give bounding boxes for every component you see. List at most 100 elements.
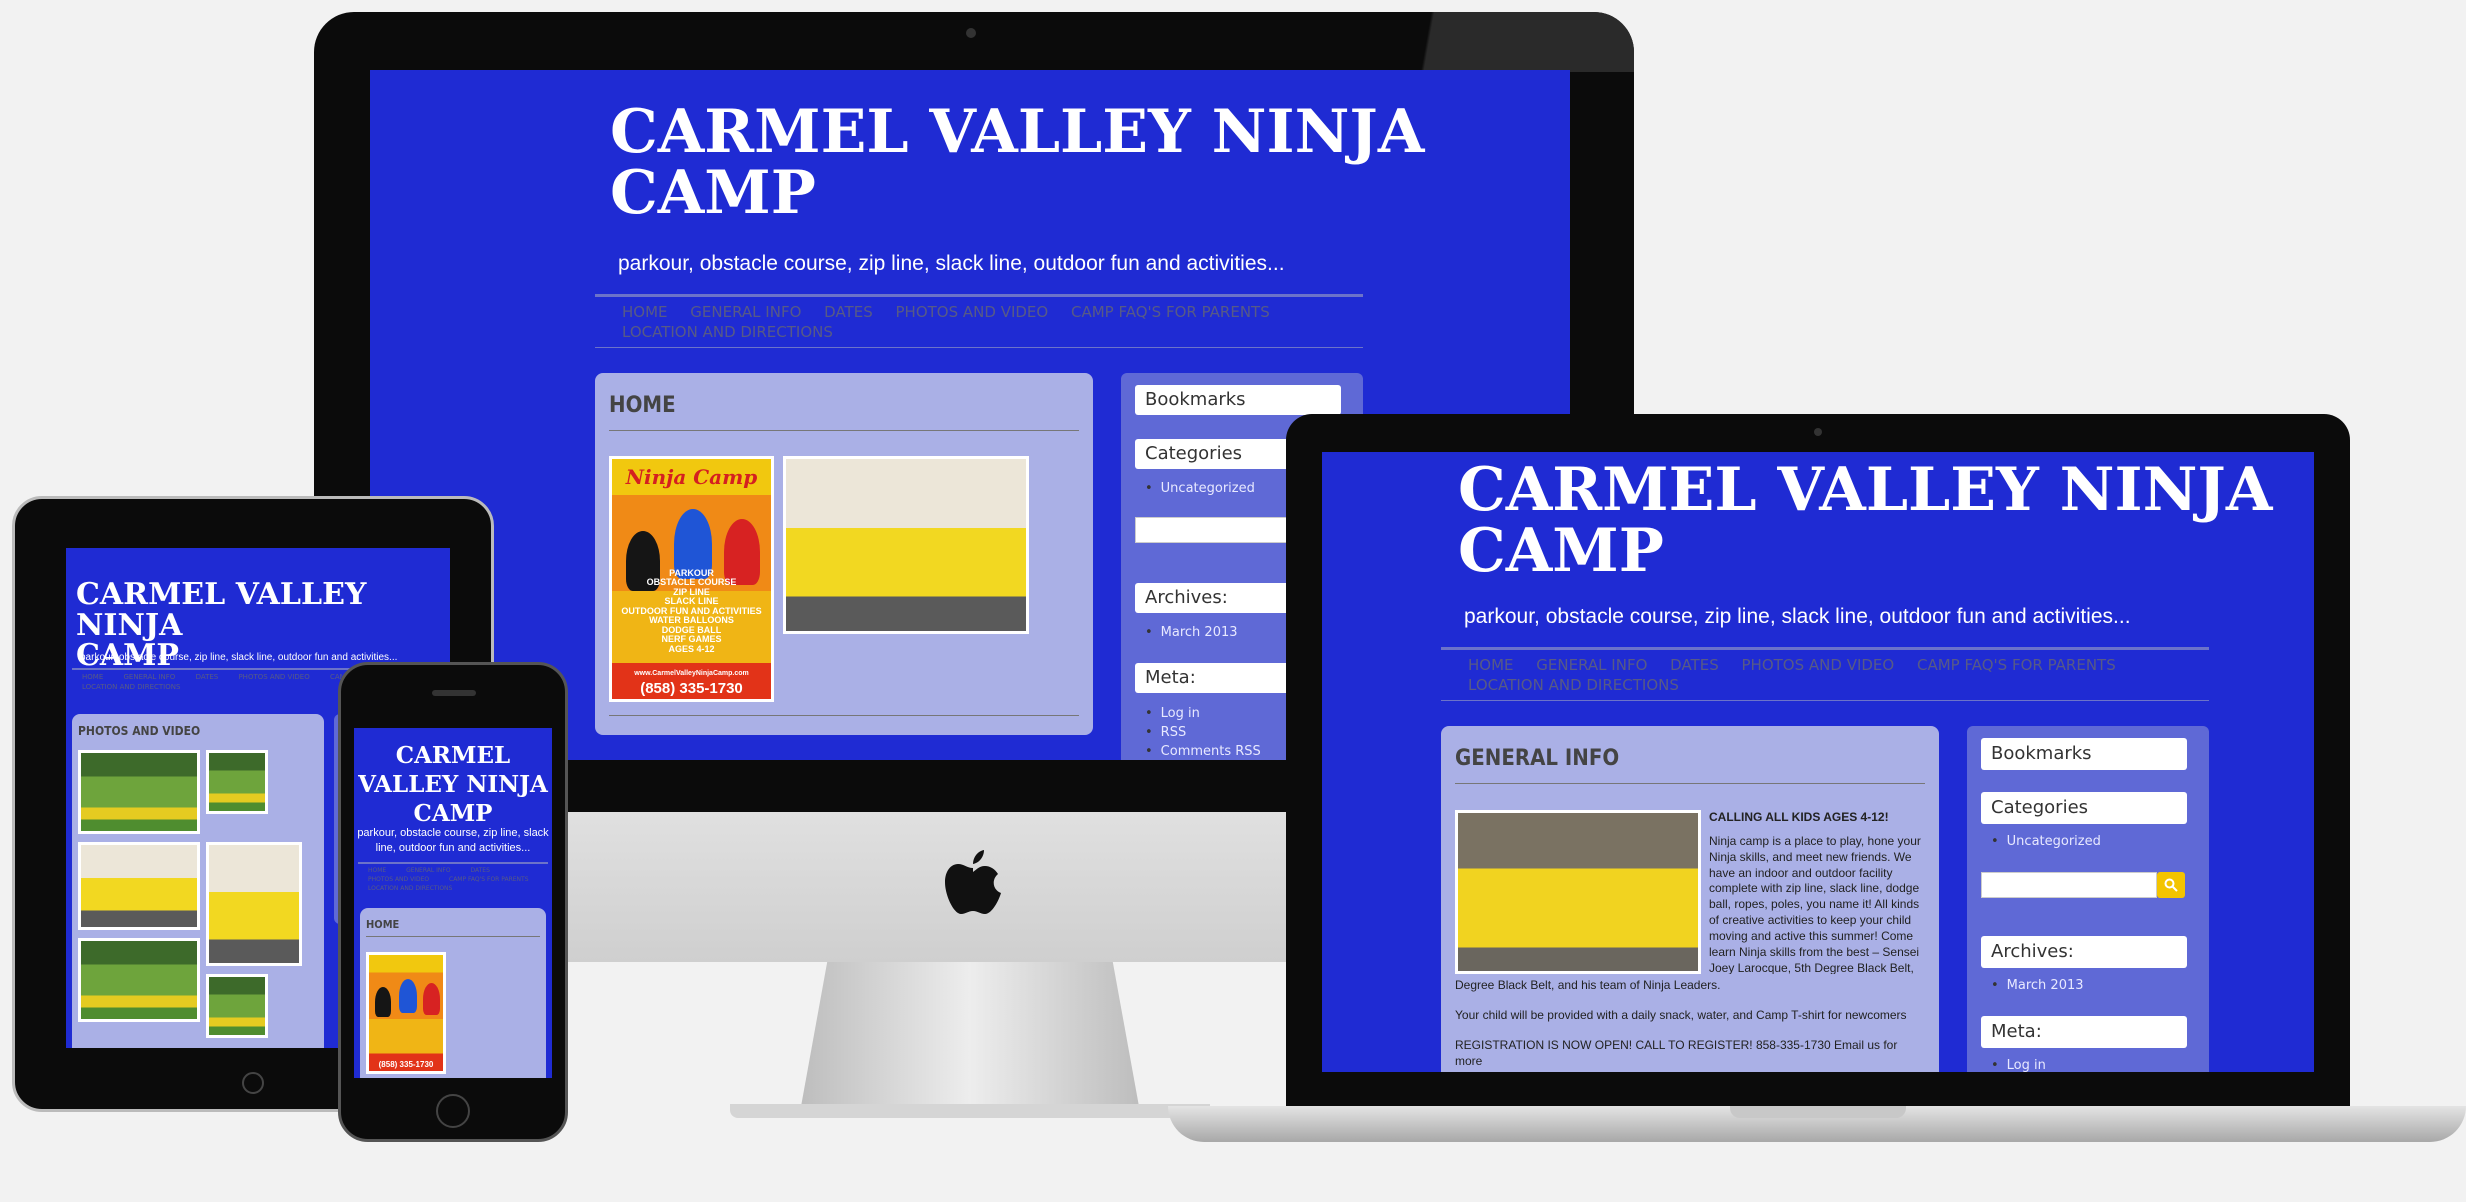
laptop-tagline: parkour, obstacle course, zip line, slac… <box>1464 605 2131 628</box>
phone-ninja-red-icon <box>423 983 440 1015</box>
tablet-nav-location[interactable]: LOCATION AND DIRECTIONS <box>82 683 180 691</box>
laptop-widget-categories: Categories <box>1981 792 2187 824</box>
tablet-photo-5[interactable] <box>78 938 200 1022</box>
poster-phone: (858) 335-1730 <box>640 680 743 697</box>
tablet-photo-2[interactable] <box>206 750 268 814</box>
site-tagline: parkour, obstacle course, zip line, slac… <box>618 252 1285 275</box>
tablet-page-title: PHOTOS AND VIDEO <box>78 724 201 738</box>
phone-nav-general-info[interactable]: GENERAL INFO <box>406 867 450 874</box>
tablet-nav-photos-video[interactable]: PHOTOS AND VIDEO <box>238 673 309 681</box>
laptop-link-march-2013[interactable]: March 2013 <box>1991 978 2084 993</box>
nav-home[interactable]: HOME <box>622 303 668 321</box>
phone-nav-home[interactable]: HOME <box>368 867 386 874</box>
tablet-photo-3[interactable] <box>78 842 200 930</box>
poster-title: Ninja Camp <box>625 465 758 489</box>
laptop-nav-dates[interactable]: DATES <box>1670 656 1719 674</box>
laptop-search-button[interactable] <box>2157 872 2185 898</box>
article-p1: Ninja camp is a place to play, hone your… <box>1709 834 1921 974</box>
page-title: HOME <box>609 393 676 418</box>
laptop-link-log-in[interactable]: Log in <box>1991 1058 2046 1072</box>
nav-location[interactable]: LOCATION AND DIRECTIONS <box>622 323 833 341</box>
nav-bottom-rule <box>595 347 1363 348</box>
nav-photos-video[interactable]: PHOTOS AND VIDEO <box>896 303 1049 321</box>
laptop-nav-bottom-rule <box>1441 700 2209 701</box>
phone-nav: HOME GENERAL INFO DATES PHOTOS AND VIDEO… <box>368 866 547 893</box>
title-divider <box>609 430 1079 431</box>
link-uncategorized[interactable]: Uncategorized <box>1145 481 1255 496</box>
group-photo[interactable] <box>783 456 1029 634</box>
phone-poster[interactable]: (858) 335-1730 <box>366 952 446 1074</box>
phone-poster-number: (858) 335-1730 <box>378 1060 434 1069</box>
laptop-nav-camp-faq[interactable]: CAMP FAQ'S FOR PARENTS <box>1917 656 2116 674</box>
poster-website: www.CarmelValleyNinjaCamp.com <box>634 670 749 677</box>
imac-stand <box>800 962 1140 1112</box>
article-heading: CALLING ALL KIDS AGES 4-12! <box>1709 810 1889 824</box>
laptop-nav-top-rule <box>1441 647 2209 650</box>
laptop-widget-bookmarks: Bookmarks <box>1981 738 2187 770</box>
link-comments-rss[interactable]: Comments RSS <box>1145 744 1261 759</box>
laptop-nav-home[interactable]: HOME <box>1468 656 1514 674</box>
phone-tagline: parkour, obstacle course, zip line, slac… <box>357 827 549 855</box>
phone-nav-camp-faq[interactable]: CAMP FAQ'S FOR PARENTS <box>449 876 529 883</box>
laptop-sidebar: Bookmarks Categories Uncategorized Archi… <box>1967 726 2209 1072</box>
phone-screen: CARMEL VALLEY NINJA CAMP parkour, obstac… <box>354 728 552 1078</box>
widget-bookmarks: Bookmarks <box>1135 385 1341 415</box>
article-p3: REGISTRATION IS NOW OPEN! CALL TO REGIST… <box>1455 1038 1898 1068</box>
nav-camp-faq[interactable]: CAMP FAQ'S FOR PARENTS <box>1071 303 1270 321</box>
search-icon <box>2164 878 2178 892</box>
laptop-nav-photos-video[interactable]: PHOTOS AND VIDEO <box>1742 656 1895 674</box>
laptop-site-title[interactable]: CARMEL VALLEY NINJA CAMP <box>1458 459 2272 582</box>
imac-camera-icon <box>966 28 976 38</box>
apple-logo-icon <box>944 848 1002 916</box>
phone-speaker <box>432 690 476 696</box>
laptop-hinge <box>1730 1106 1906 1118</box>
nav-top-rule <box>595 294 1363 297</box>
imac-glare <box>1340 12 1634 72</box>
tablet-nav-home[interactable]: HOME <box>82 673 103 681</box>
laptop-content-panel: GENERAL INFO CALLING ALL KIDS AGES 4-12!… <box>1441 726 1939 1072</box>
tablet-tagline: parkour, obstacle course, zip line, slac… <box>80 652 398 663</box>
phone-ninja-black-icon <box>375 987 391 1017</box>
article-p1-continued: Degree Black Belt, and his team of Ninja… <box>1455 978 1721 992</box>
laptop-nav-location[interactable]: LOCATION AND DIRECTIONS <box>1468 676 1679 694</box>
laptop-widget-archives: Archives: <box>1981 936 2187 968</box>
phone-nav-photos-video[interactable]: PHOTOS AND VIDEO <box>368 876 429 883</box>
nav-dates[interactable]: DATES <box>824 303 873 321</box>
laptop-widget-meta: Meta: <box>1981 1016 2187 1048</box>
laptop-search-input[interactable] <box>1981 872 2157 898</box>
article-p2: Your child will be provided with a daily… <box>1455 1008 1907 1022</box>
imac-stand-base <box>730 1104 1210 1118</box>
tablet-nav-dates[interactable]: DATES <box>196 673 219 681</box>
tablet-photo-4[interactable] <box>206 842 302 966</box>
ninja-camp-poster[interactable]: Ninja Camp PARKOUR OBSTACLE COURSE ZIP LIN… <box>609 456 774 702</box>
link-rss[interactable]: RSS <box>1145 725 1187 740</box>
tablet-home-button-icon <box>242 1072 264 1094</box>
phone-nav-dates[interactable]: DATES <box>470 867 489 874</box>
poster-activities: PARKOUR OBSTACLE COURSE ZIP LINE SLACK LIN… <box>621 568 762 654</box>
link-march-2013[interactable]: March 2013 <box>1145 625 1238 640</box>
tablet-photo-6[interactable] <box>206 974 268 1038</box>
tablet-nav-general-info[interactable]: GENERAL INFO <box>123 673 175 681</box>
phone-title-divider <box>366 936 540 937</box>
link-log-in[interactable]: Log in <box>1145 706 1200 721</box>
phone-nav-rule <box>358 862 548 864</box>
phone-home-button-icon <box>436 1094 470 1128</box>
laptop-page-title: GENERAL INFO <box>1455 746 1620 771</box>
nav-general-info[interactable]: GENERAL INFO <box>690 303 801 321</box>
phone-content-panel: HOME (858) 335-1730 <box>360 908 546 1078</box>
tablet-content-panel: PHOTOS AND VIDEO <box>72 714 324 1048</box>
phone-page-title: HOME <box>366 918 400 931</box>
phone-site-title[interactable]: CARMEL VALLEY NINJA CAMP <box>354 742 552 828</box>
phone-nav-location[interactable]: LOCATION AND DIRECTIONS <box>368 885 452 892</box>
laptop-nav: HOME GENERAL INFO DATES PHOTOS AND VIDEO… <box>1468 655 2134 695</box>
site-title[interactable]: CARMEL VALLEY NINJA CAMP <box>610 101 1424 224</box>
laptop-nav-general-info[interactable]: GENERAL INFO <box>1536 656 1647 674</box>
content-panel: HOME Ninja Camp PARKOUR OBSTACLE COURSE ZI… <box>595 373 1093 735</box>
tablet-photo-1[interactable] <box>78 750 200 834</box>
laptop-camera-icon <box>1814 428 1822 436</box>
laptop-title-divider <box>1455 783 1925 784</box>
phone-ninja-blue-icon <box>399 979 417 1013</box>
laptop-link-uncategorized[interactable]: Uncategorized <box>1991 834 2101 849</box>
kids-photo[interactable] <box>1455 810 1701 974</box>
main-nav: HOME GENERAL INFO DATES PHOTOS AND VIDEO… <box>622 302 1288 342</box>
